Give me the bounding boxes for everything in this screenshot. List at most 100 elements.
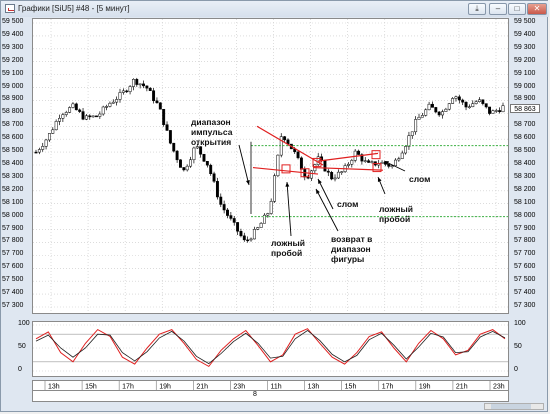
- candle-body: [64, 112, 68, 115]
- annotation-line: фигуры: [331, 254, 364, 264]
- candle-body: [454, 96, 458, 99]
- candle-body: [420, 115, 424, 118]
- candle-body: [397, 158, 401, 161]
- scrollbar-thumb[interactable]: [491, 404, 531, 409]
- candle-body: [437, 111, 441, 116]
- candle-body: [387, 164, 391, 167]
- price-tick-label: 58 100: [514, 198, 536, 206]
- candle-body: [350, 160, 354, 165]
- candle-body: [152, 90, 156, 102]
- price-tick-label: 58 000: [514, 211, 536, 219]
- candle-body: [407, 135, 411, 147]
- candle-body: [232, 218, 236, 223]
- time-tick-label: 13h: [48, 384, 60, 391]
- price-axis-left: 59 500 59 400 59 300 59 200 59 100 59 000 58 9…: [0, 18, 32, 314]
- price-tick-label: 58 600: [2, 134, 24, 142]
- candle-body: [165, 124, 169, 131]
- candle-body: [404, 146, 408, 154]
- annotation-impulse-range: диапазон импульса открытия: [191, 117, 233, 147]
- time-tick-label: 17h: [122, 384, 134, 391]
- candle-body: [118, 92, 122, 100]
- candle-body: [491, 110, 495, 114]
- candle-body: [162, 108, 166, 125]
- price-tick-label: 57 900: [514, 224, 536, 232]
- candle-body: [189, 159, 192, 167]
- period-label: 8: [253, 391, 257, 398]
- candle-body: [84, 115, 88, 120]
- download-icon[interactable]: ⤓: [468, 3, 486, 15]
- title-bar[interactable]: Графики [SiU5] #48 - [5 минут] ⤓ – □ ✕: [1, 1, 549, 17]
- price-tick-label: 58 400: [2, 160, 24, 167]
- candle-body: [135, 79, 139, 85]
- time-tick-label: 15h: [85, 384, 97, 391]
- price-tick-label: 57 400: [2, 289, 24, 297]
- annotation-line: диапазон: [191, 117, 231, 127]
- arrow-false-breakout-1-head: [285, 182, 290, 187]
- candle-body: [158, 102, 162, 110]
- annotation-line: ложный: [271, 238, 305, 248]
- candle-body: [111, 101, 115, 104]
- price-tick-label: 57 600: [2, 263, 24, 271]
- candle-body: [330, 172, 334, 180]
- candle-body: [481, 99, 485, 104]
- annotation-return-to-range: возврат в диапазон фигуры: [331, 234, 372, 264]
- candle-body: [296, 151, 300, 159]
- candle-body: [246, 239, 250, 242]
- price-tick-label: 57 500: [2, 276, 24, 284]
- price-tick-label: 57 800: [514, 237, 536, 245]
- osc-tick-label: 50: [514, 343, 522, 350]
- candle-body: [242, 235, 246, 241]
- close-button[interactable]: ✕: [527, 3, 547, 15]
- candle-body: [400, 152, 404, 159]
- candle-body: [37, 149, 41, 153]
- price-chart-panel[interactable]: диапазон импульса открытия ложный пробой возв…: [32, 18, 509, 314]
- candle-body: [394, 159, 397, 167]
- candle-body: [252, 229, 256, 240]
- price-tick-label: 58 200: [514, 185, 536, 193]
- period-bar: 8: [32, 391, 509, 402]
- candle-body: [145, 85, 149, 89]
- candle-body: [424, 109, 428, 116]
- price-tick-label: 58 600: [514, 134, 536, 142]
- candle-body: [172, 142, 176, 152]
- price-tick-label: 58 100: [2, 198, 24, 206]
- candle-body: [175, 150, 179, 161]
- annotation-false-breakout-2: ложный пробой: [379, 204, 413, 224]
- price-tick-label: 58 700: [2, 121, 24, 129]
- price-tick-label: 59 100: [2, 69, 24, 77]
- candle-body: [370, 161, 374, 163]
- price-tick-label: 57 500: [514, 276, 536, 284]
- candle-body: [205, 161, 209, 166]
- window-title: Графики [SiU5] #48 - [5 минут]: [18, 4, 130, 13]
- time-tick-label: 13h: [308, 384, 320, 391]
- candle-body: [222, 204, 226, 211]
- candle-body: [78, 109, 82, 112]
- candle-body: [363, 160, 367, 162]
- price-tick-label: 57 300: [2, 302, 24, 309]
- horizontal-scrollbar[interactable]: [484, 403, 544, 410]
- candle-body: [447, 103, 451, 110]
- candle-body: [441, 111, 444, 116]
- candle-body: [367, 160, 371, 163]
- candle-body: [299, 157, 303, 170]
- candle-body: [336, 171, 340, 179]
- price-tick-label: 57 400: [514, 289, 536, 297]
- candle-body: [202, 153, 206, 162]
- candle-body: [414, 119, 418, 133]
- maximize-button[interactable]: □: [508, 3, 526, 15]
- annotation-break-1: слом: [337, 199, 358, 209]
- oscillator-panel[interactable]: [32, 321, 509, 377]
- candle-body: [501, 105, 505, 113]
- candle-body: [283, 136, 287, 141]
- annotation-line: пробой: [379, 214, 410, 224]
- time-tick-label: 21h: [456, 384, 468, 391]
- current-price-badge: 58 863: [510, 104, 540, 113]
- candle-body: [71, 103, 75, 108]
- price-tick-label: 58 400: [514, 160, 536, 167]
- candle-body: [457, 96, 461, 101]
- candle-body: [74, 103, 78, 111]
- price-tick-label: 58 900: [2, 95, 24, 103]
- candle-body: [81, 111, 85, 120]
- candle-body: [44, 139, 48, 147]
- minimize-button[interactable]: –: [489, 3, 507, 15]
